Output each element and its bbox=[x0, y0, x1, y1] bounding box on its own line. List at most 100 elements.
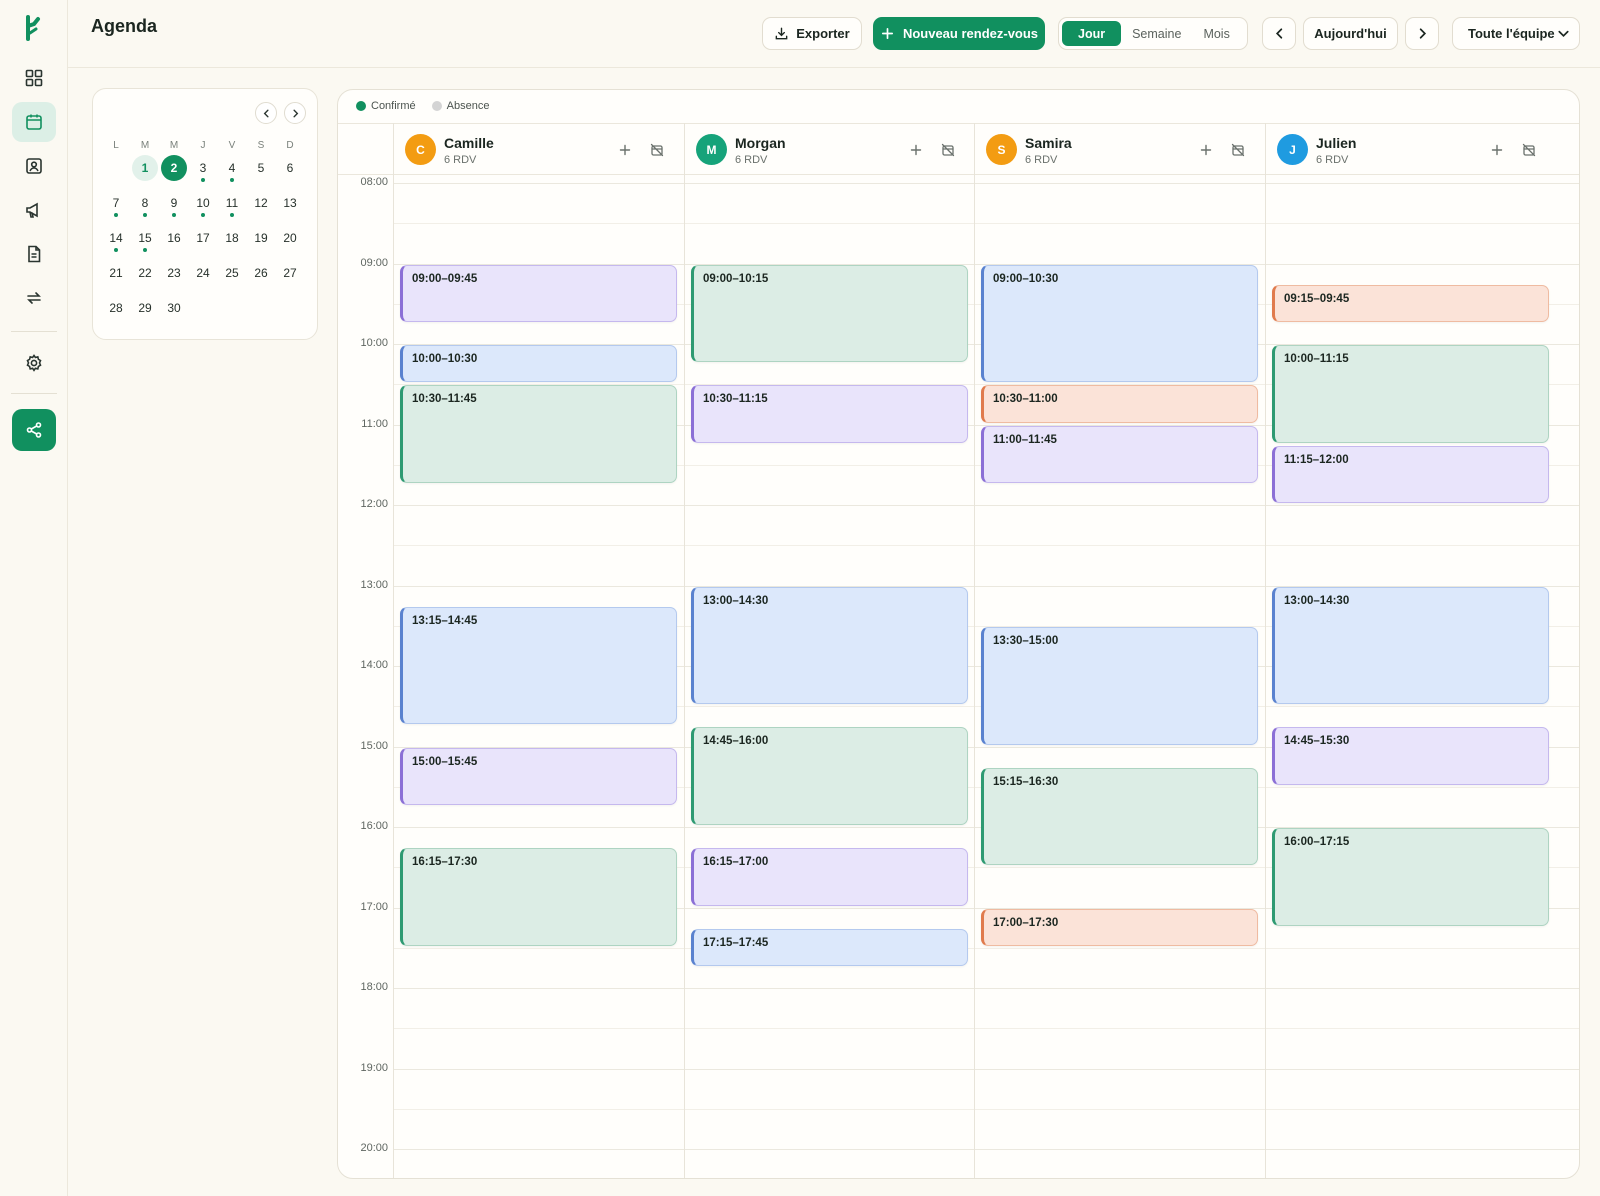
legend-item-confirmed: Confirmé bbox=[356, 100, 416, 112]
mini-calendar-day[interactable]: 12 bbox=[248, 190, 274, 216]
appointment-block[interactable]: 13:00–14:30 bbox=[1272, 586, 1549, 705]
team-filter-select[interactable]: Toute l'équipe bbox=[1452, 17, 1580, 50]
mini-calendar-day[interactable]: 16 bbox=[161, 225, 187, 251]
half-hour-line bbox=[393, 947, 1579, 949]
nav-dashboard[interactable] bbox=[12, 58, 56, 98]
block-time-button[interactable] bbox=[1228, 140, 1248, 160]
mini-calendar-day[interactable]: 5 bbox=[248, 155, 274, 181]
appointment-block[interactable]: 10:30–11:00 bbox=[981, 385, 1258, 423]
half-hour-line bbox=[393, 1028, 1579, 1030]
appointment-block[interactable]: 10:00–11:15 bbox=[1272, 345, 1549, 443]
appointment-block[interactable]: 15:00–15:45 bbox=[400, 747, 677, 805]
new-appointment-button[interactable]: Nouveau rendez-vous bbox=[873, 17, 1045, 50]
event-indicator-dot bbox=[143, 248, 147, 252]
export-button[interactable]: Exporter bbox=[762, 17, 862, 50]
plus-icon bbox=[1200, 144, 1212, 156]
appointment-block[interactable]: 15:15–16:30 bbox=[981, 767, 1258, 866]
mini-calendar-prev-button[interactable] bbox=[255, 102, 277, 124]
appointment-block[interactable]: 09:00–09:45 bbox=[400, 264, 677, 322]
share-button[interactable] bbox=[12, 409, 56, 451]
nav-sync[interactable] bbox=[12, 278, 56, 318]
mini-calendar-day[interactable]: 29 bbox=[132, 295, 158, 321]
mini-calendar-day[interactable]: 22 bbox=[132, 260, 158, 286]
block-time-button[interactable] bbox=[1519, 140, 1539, 160]
today-button[interactable]: Aujourd'hui bbox=[1303, 17, 1398, 50]
gear-icon bbox=[26, 354, 42, 372]
staff-column-header: S Samira 6 RDV bbox=[974, 124, 1264, 176]
appointment-time: 10:30–11:00 bbox=[993, 393, 1058, 406]
mini-calendar-day[interactable]: 26 bbox=[248, 260, 274, 286]
appointment-block[interactable]: 17:15–17:45 bbox=[691, 928, 968, 966]
view-week-tab[interactable]: Semaine bbox=[1121, 21, 1192, 46]
appointment-block[interactable]: 11:15–12:00 bbox=[1272, 445, 1549, 503]
weekday-header: D bbox=[286, 140, 294, 151]
appointment-block[interactable]: 16:00–17:15 bbox=[1272, 828, 1549, 926]
nav-agenda[interactable] bbox=[12, 102, 56, 142]
next-day-button[interactable] bbox=[1405, 17, 1439, 50]
appointment-block[interactable]: 10:30–11:15 bbox=[691, 385, 968, 443]
mini-calendar-day[interactable]: 21 bbox=[103, 260, 129, 286]
mini-calendar-day[interactable]: 28 bbox=[103, 295, 129, 321]
appointment-block[interactable]: 09:00–10:30 bbox=[981, 264, 1258, 383]
legend-item-absence: Absence bbox=[431, 100, 489, 112]
appointment-block[interactable]: 14:45–16:00 bbox=[691, 727, 968, 825]
appointment-block[interactable]: 16:15–17:30 bbox=[400, 848, 677, 946]
appointment-time: 11:00–11:45 bbox=[993, 433, 1057, 446]
appointment-block[interactable]: 13:30–15:00 bbox=[981, 626, 1258, 745]
appointment-count: 6 RDV bbox=[1316, 154, 1349, 166]
mini-calendar-day[interactable]: 18 bbox=[219, 225, 245, 251]
appointment-block[interactable]: 13:15–14:45 bbox=[400, 606, 677, 725]
share-icon bbox=[26, 422, 42, 438]
appointment-block[interactable]: 14:45–15:30 bbox=[1272, 727, 1549, 785]
document-icon bbox=[28, 245, 41, 263]
appointment-block[interactable]: 10:30–11:45 bbox=[400, 385, 677, 483]
mini-calendar-next-button[interactable] bbox=[284, 102, 306, 124]
mini-calendar-day[interactable]: 27 bbox=[277, 260, 303, 286]
time-label: 11:00 bbox=[361, 417, 388, 430]
view-day-tab[interactable]: Jour bbox=[1062, 21, 1122, 46]
mini-calendar-day[interactable]: 2 bbox=[161, 155, 187, 181]
time-label: 10:00 bbox=[360, 337, 388, 349]
mini-calendar-day[interactable]: 25 bbox=[219, 260, 245, 286]
mini-calendar-day[interactable]: 20 bbox=[277, 225, 303, 251]
appointment-block[interactable]: 17:00–17:30 bbox=[981, 908, 1258, 946]
time-label: 18:00 bbox=[360, 981, 388, 993]
add-appointment-button[interactable] bbox=[1487, 140, 1507, 160]
nav-campaigns[interactable] bbox=[12, 190, 56, 230]
mini-calendar-day[interactable]: 19 bbox=[248, 225, 274, 251]
nav-settings[interactable] bbox=[12, 343, 56, 383]
view-month-tab[interactable]: Mois bbox=[1192, 21, 1240, 46]
appointment-block[interactable]: 11:00–11:45 bbox=[981, 425, 1258, 483]
add-appointment-button[interactable] bbox=[615, 140, 635, 160]
appointment-time: 10:30–11:15 bbox=[703, 393, 768, 406]
block-time-button[interactable] bbox=[938, 140, 958, 160]
nav-clients[interactable] bbox=[12, 146, 56, 186]
appointment-time: 13:30–15:00 bbox=[993, 634, 1059, 647]
add-appointment-button[interactable] bbox=[1196, 140, 1216, 160]
chevron-left-icon bbox=[263, 109, 269, 117]
appointment-block[interactable]: 09:00–10:15 bbox=[691, 264, 968, 363]
column-divider bbox=[974, 123, 975, 1178]
nav-documents[interactable] bbox=[12, 234, 56, 274]
block-time-button[interactable] bbox=[647, 140, 667, 160]
staff-header-row: C Camille 6 RDV M Morgan 6 RDV S Samira 6 RDV J Ju… bbox=[338, 123, 1579, 175]
mini-calendar-day[interactable]: 13 bbox=[277, 190, 303, 216]
calendar-off-icon bbox=[650, 143, 664, 157]
mini-calendar-day[interactable]: 23 bbox=[161, 260, 187, 286]
previous-day-button[interactable] bbox=[1262, 17, 1296, 50]
mini-calendar-day[interactable]: 24 bbox=[190, 260, 216, 286]
mini-calendar-day[interactable]: 30 bbox=[161, 295, 187, 321]
appointment-block[interactable]: 13:00–14:30 bbox=[691, 586, 968, 705]
add-appointment-button[interactable] bbox=[906, 140, 926, 160]
mini-calendar-day[interactable]: 6 bbox=[277, 155, 303, 181]
appointment-time: 13:00–14:30 bbox=[703, 594, 769, 607]
avatar: J bbox=[1277, 134, 1308, 165]
appointment-block[interactable]: 10:00–10:30 bbox=[400, 345, 677, 383]
appointment-count: 6 RDV bbox=[444, 154, 477, 166]
appointment-block[interactable]: 09:15–09:45 bbox=[1272, 284, 1549, 322]
avatar: M bbox=[696, 134, 727, 165]
mini-calendar-day[interactable]: 17 bbox=[190, 225, 216, 251]
staff-name: Camille bbox=[444, 135, 494, 151]
appointment-block[interactable]: 16:15–17:00 bbox=[691, 848, 968, 906]
mini-calendar-day[interactable]: 1 bbox=[132, 155, 158, 181]
